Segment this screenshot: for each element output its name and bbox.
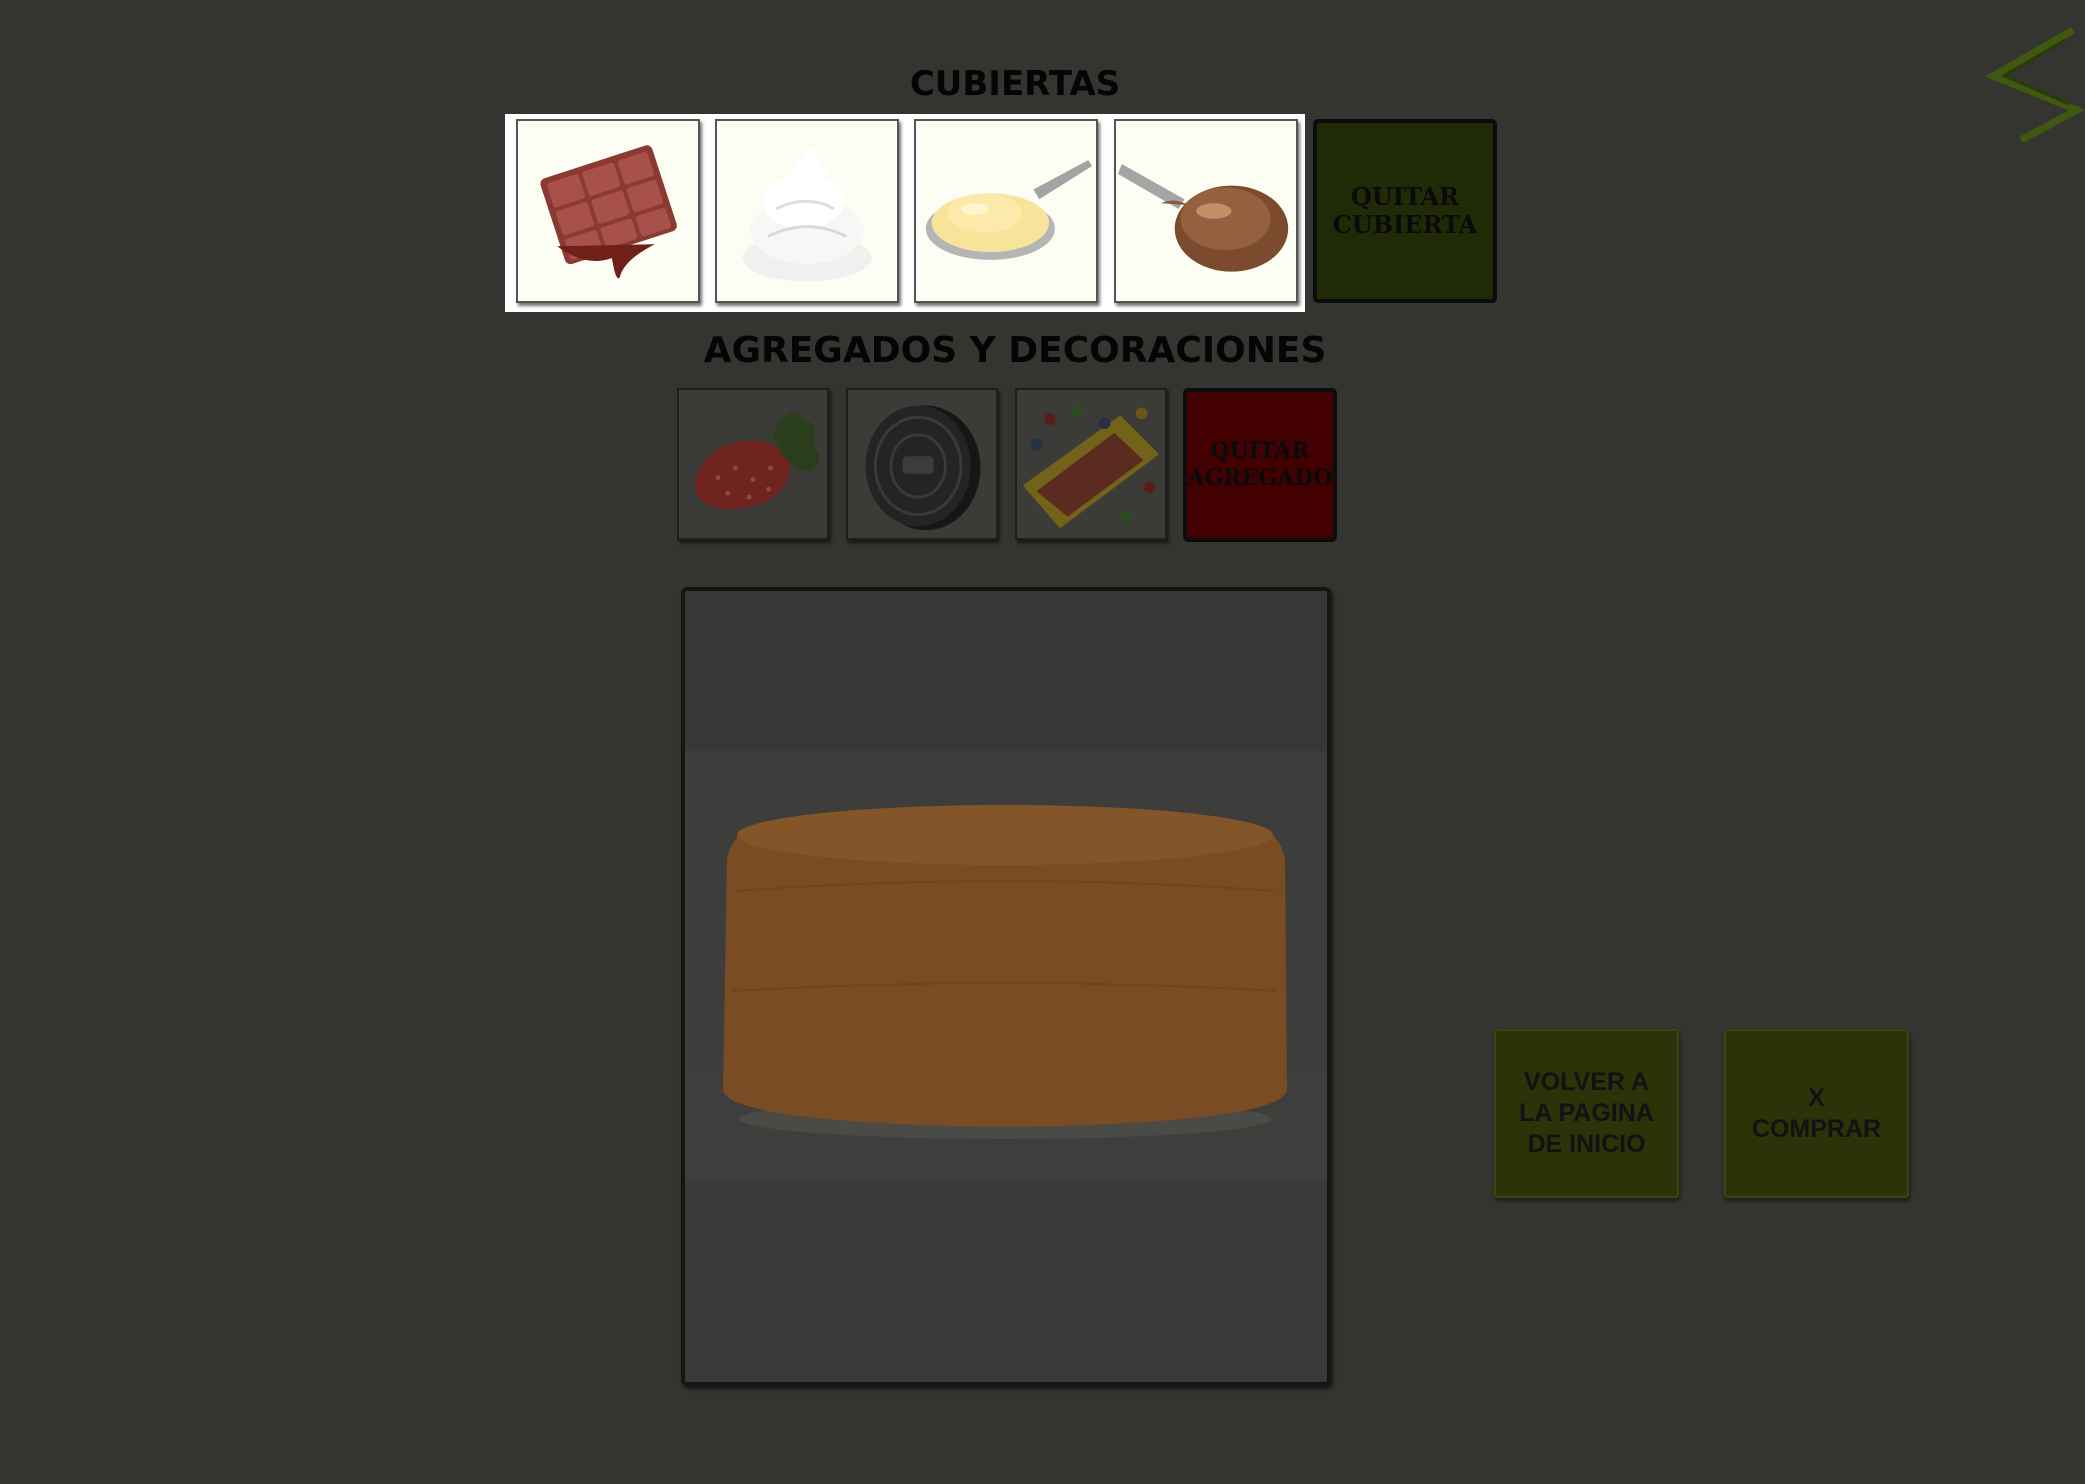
whipped-cream-icon — [742, 145, 872, 282]
brand-logo-icon — [1985, 24, 2085, 144]
sponge-cake-image — [685, 591, 1327, 1382]
chocolate-topping-option[interactable] — [516, 119, 700, 303]
chocolate-bar-icon — [540, 145, 677, 279]
remove-addon-button[interactable]: QUITAR AGREGADO — [1183, 388, 1337, 542]
cookie-option[interactable] — [846, 388, 998, 540]
agregados-title: AGREGADOS Y DECORACIONES — [703, 330, 1327, 371]
cake-preview — [681, 587, 1331, 1386]
dulce-de-leche-option[interactable] — [1114, 119, 1298, 303]
custard-topping-option[interactable] — [914, 119, 1098, 303]
dulce-de-leche-spoon-icon — [1117, 164, 1289, 272]
remove-topping-button[interactable]: QUITAR CUBIERTA — [1313, 119, 1497, 303]
cubiertas-title: CUBIERTAS — [909, 64, 1121, 104]
sandwich-cookie-icon — [865, 405, 981, 531]
candies-option[interactable] — [1015, 388, 1167, 540]
whipped-cream-option[interactable] — [715, 119, 899, 303]
custard-spoon-icon — [925, 160, 1093, 260]
buy-button[interactable]: X COMPRAR — [1724, 1029, 1909, 1198]
back-to-home-button[interactable]: VOLVER A LA PAGINA DE INICIO — [1494, 1029, 1679, 1198]
candy-bag-icon — [1022, 405, 1160, 529]
strawberry-option[interactable] — [677, 388, 829, 540]
strawberry-icon — [694, 412, 820, 509]
